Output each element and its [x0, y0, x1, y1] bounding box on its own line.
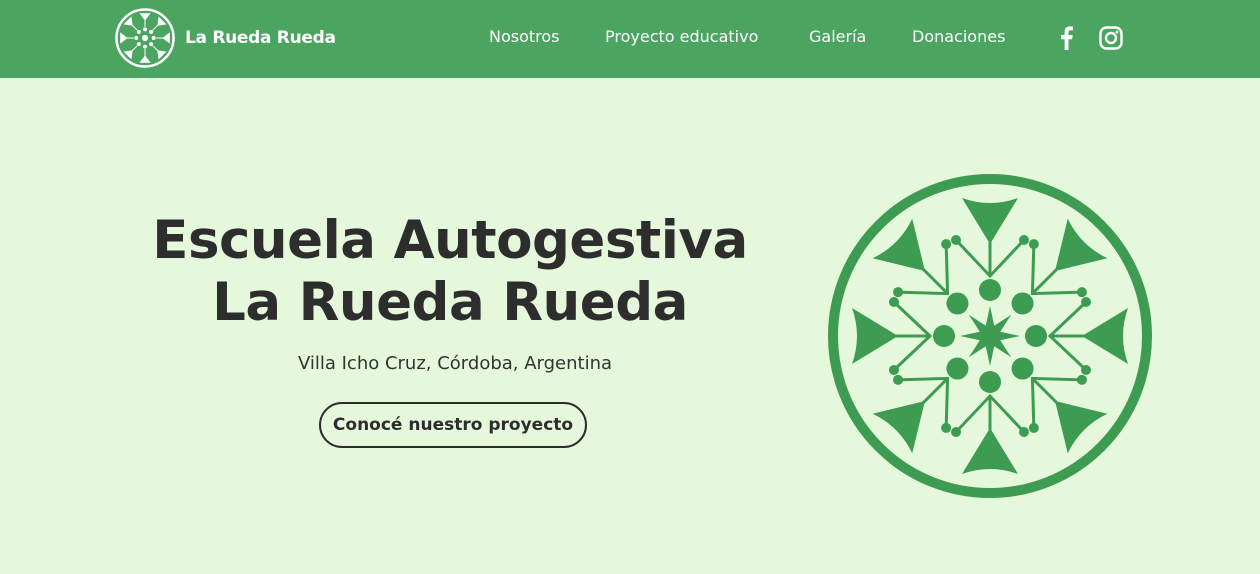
nav-item-nosotros[interactable]: Nosotros	[489, 27, 560, 47]
instagram-icon	[1099, 26, 1123, 50]
hero-subtitle: Villa Icho Cruz, Córdoba, Argentina	[297, 353, 613, 374]
mandala-emblem-icon	[828, 174, 1152, 498]
hero-title-line-1: Escuela Autogestiva	[152, 210, 748, 271]
main-nav: Nosotros Proyecto educativo Galería Dona…	[0, 0, 1260, 78]
hero-title-line-2: La Rueda Rueda	[212, 272, 688, 333]
instagram-link[interactable]	[1097, 24, 1125, 52]
facebook-icon	[1061, 26, 1073, 50]
nav-item-proyecto-educativo[interactable]: Proyecto educativo	[605, 27, 758, 47]
facebook-link[interactable]	[1052, 24, 1080, 52]
hero-title: Escuela Autogestiva La Rueda Rueda	[100, 210, 800, 334]
cta-conoce-proyecto-button[interactable]: Conocé nuestro proyecto	[319, 402, 587, 448]
nav-item-galeria[interactable]: Galería	[809, 27, 866, 47]
nav-item-donaciones[interactable]: Donaciones	[912, 27, 1005, 47]
site-header: La Rueda Rueda Nosotros Proyecto educati…	[0, 0, 1260, 78]
